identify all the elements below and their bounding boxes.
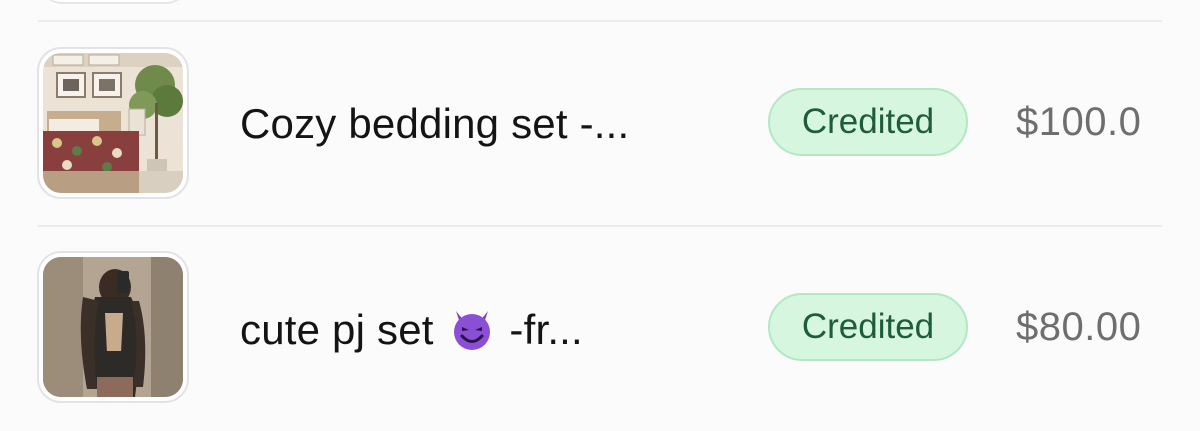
item-thumbnail-bedroom[interactable] [37,47,189,199]
mirror-selfie-photo [43,257,183,397]
item-title-suffix: -fr... [509,306,583,353]
item-title[interactable]: cute pj set -fr... [240,305,583,354]
item-amount: $100.0 [1016,100,1142,144]
item-amount: $80.00 [1016,305,1142,349]
bedroom-photo [43,53,183,193]
transaction-row[interactable]: cute pj set -fr... Credited $80.00 [0,227,1200,431]
transaction-row[interactable]: Cozy bedding set -... Credited $100.0 [0,22,1200,226]
previous-item-thumbnail[interactable] [40,0,188,4]
item-title[interactable]: Cozy bedding set -... [240,100,629,148]
item-title-text: cute pj set [240,306,434,353]
status-badge: Credited [768,88,968,156]
smiling-devil-emoji-icon [453,311,490,350]
status-badge: Credited [768,293,968,361]
item-thumbnail-selfie[interactable] [37,251,189,403]
